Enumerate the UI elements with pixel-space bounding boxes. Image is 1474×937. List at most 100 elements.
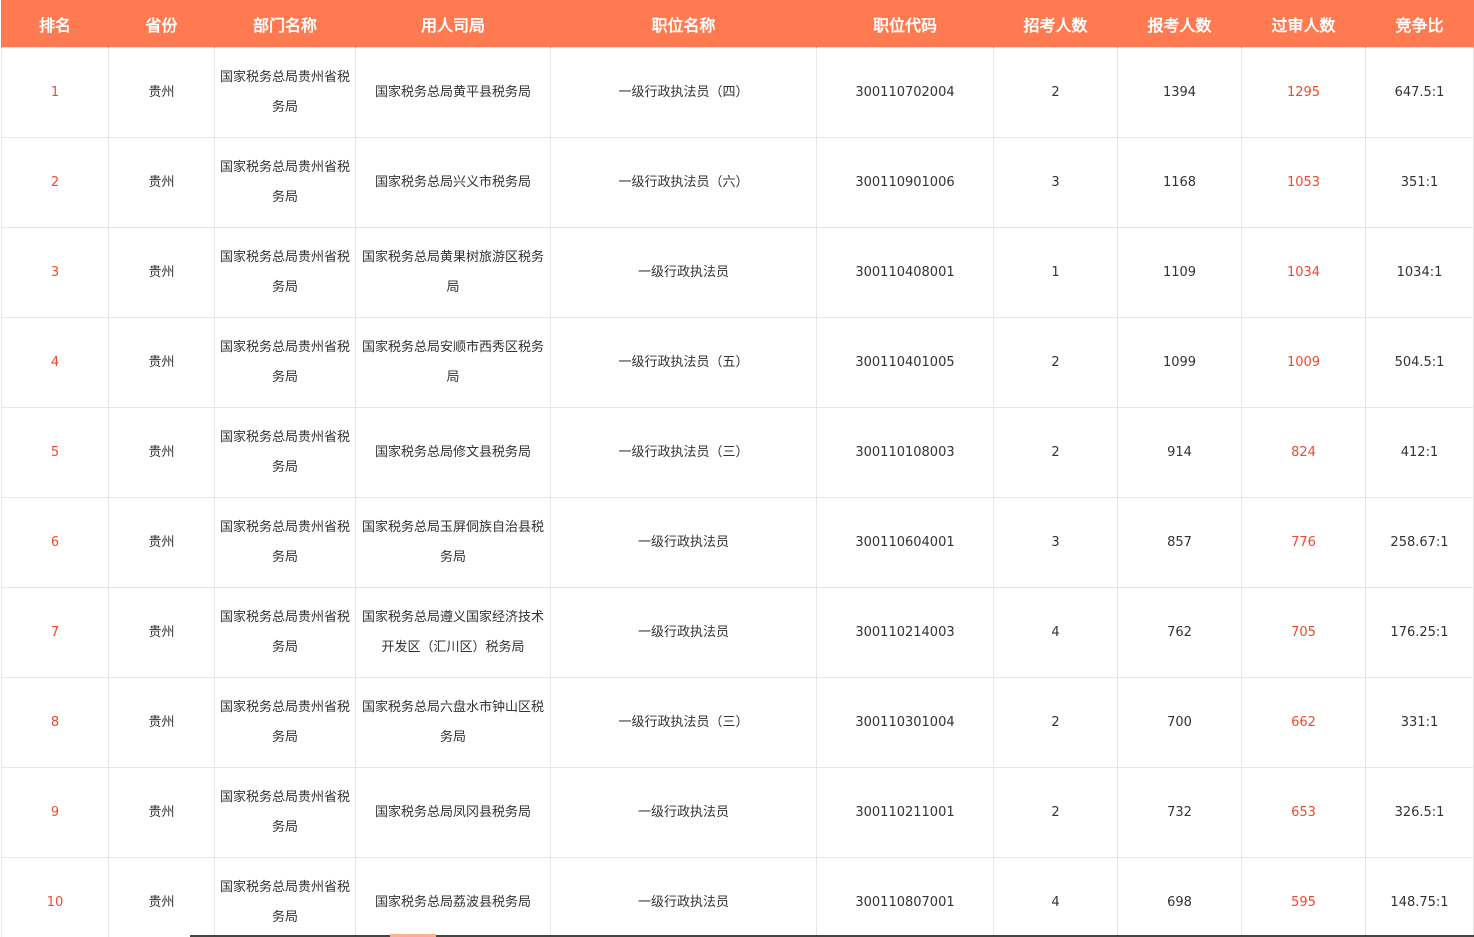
header-department: 部门名称 xyxy=(214,0,356,48)
code-cell: 300110108003 xyxy=(816,407,994,498)
province-cell: 贵州 xyxy=(108,767,215,858)
province-cell: 贵州 xyxy=(108,497,215,588)
rank-cell: 2 xyxy=(1,137,109,228)
department-cell: 国家税务总局贵州省税务局 xyxy=(214,497,356,588)
code-cell: 300110807001 xyxy=(816,857,994,937)
position-cell: 一级行政执法员 xyxy=(550,767,817,858)
header-recruit: 招考人数 xyxy=(993,0,1118,48)
table-header: 排名 省份 部门名称 用人司局 职位名称 职位代码 招考人数 报考人数 过审人数… xyxy=(1,0,1474,48)
rank-cell: 6 xyxy=(1,497,109,588)
recruit-cell: 4 xyxy=(993,587,1118,678)
department-cell: 国家税务总局贵州省税务局 xyxy=(214,857,356,937)
province-cell: 贵州 xyxy=(108,677,215,768)
header-row: 排名 省份 部门名称 用人司局 职位名称 职位代码 招考人数 报考人数 过审人数… xyxy=(1,0,1474,48)
ratio-cell: 647.5:1 xyxy=(1365,47,1474,138)
position-cell: 一级行政执法员 xyxy=(550,227,817,318)
applicants-cell: 1394 xyxy=(1117,47,1242,138)
position-cell: 一级行政执法员 xyxy=(550,857,817,937)
code-cell: 300110604001 xyxy=(816,497,994,588)
approved-cell: 1009 xyxy=(1241,317,1366,408)
approved-cell: 595 xyxy=(1241,857,1366,937)
ratio-cell: 148.75:1 xyxy=(1365,857,1474,937)
position-cell: 一级行政执法员（三） xyxy=(550,407,817,498)
department-cell: 国家税务总局贵州省税务局 xyxy=(214,767,356,858)
ratio-cell: 331:1 xyxy=(1365,677,1474,768)
table-row: 10 贵州 国家税务总局贵州省税务局 国家税务总局荔波县税务局 一级行政执法员 … xyxy=(1,857,1474,937)
province-cell: 贵州 xyxy=(108,587,215,678)
rank-cell: 5 xyxy=(1,407,109,498)
department-cell: 国家税务总局贵州省税务局 xyxy=(214,587,356,678)
bureau-cell: 国家税务总局玉屏侗族自治县税务局 xyxy=(355,497,551,588)
applicants-cell: 700 xyxy=(1117,677,1242,768)
position-cell: 一级行政执法员（四） xyxy=(550,47,817,138)
province-cell: 贵州 xyxy=(108,317,215,408)
header-rank: 排名 xyxy=(1,0,109,48)
bureau-cell: 国家税务总局安顺市西秀区税务局 xyxy=(355,317,551,408)
code-cell: 300110901006 xyxy=(816,137,994,228)
province-cell: 贵州 xyxy=(108,407,215,498)
ratio-cell: 326.5:1 xyxy=(1365,767,1474,858)
code-cell: 300110408001 xyxy=(816,227,994,318)
bureau-cell: 国家税务总局凤冈县税务局 xyxy=(355,767,551,858)
approved-cell: 1053 xyxy=(1241,137,1366,228)
province-cell: 贵州 xyxy=(108,47,215,138)
department-cell: 国家税务总局贵州省税务局 xyxy=(214,677,356,768)
position-cell: 一级行政执法员（三） xyxy=(550,677,817,768)
table-row: 4 贵州 国家税务总局贵州省税务局 国家税务总局安顺市西秀区税务局 一级行政执法… xyxy=(1,317,1474,408)
rank-cell: 8 xyxy=(1,677,109,768)
approved-cell: 1295 xyxy=(1241,47,1366,138)
recruit-cell: 2 xyxy=(993,677,1118,768)
ratio-cell: 412:1 xyxy=(1365,407,1474,498)
table-row: 9 贵州 国家税务总局贵州省税务局 国家税务总局凤冈县税务局 一级行政执法员 3… xyxy=(1,767,1474,858)
ratio-cell: 1034:1 xyxy=(1365,227,1474,318)
ratio-cell: 504.5:1 xyxy=(1365,317,1474,408)
ratio-cell: 258.67:1 xyxy=(1365,497,1474,588)
position-cell: 一级行政执法员 xyxy=(550,587,817,678)
table-row: 2 贵州 国家税务总局贵州省税务局 国家税务总局兴义市税务局 一级行政执法员（六… xyxy=(1,137,1474,228)
approved-cell: 653 xyxy=(1241,767,1366,858)
applicants-cell: 1109 xyxy=(1117,227,1242,318)
bureau-cell: 国家税务总局六盘水市钟山区税务局 xyxy=(355,677,551,768)
approved-cell: 1034 xyxy=(1241,227,1366,318)
header-code: 职位代码 xyxy=(816,0,994,48)
code-cell: 300110211001 xyxy=(816,767,994,858)
department-cell: 国家税务总局贵州省税务局 xyxy=(214,407,356,498)
table-body: 1 贵州 国家税务总局贵州省税务局 国家税务总局黄平县税务局 一级行政执法员（四… xyxy=(1,47,1474,937)
rank-cell: 9 xyxy=(1,767,109,858)
approved-cell: 662 xyxy=(1241,677,1366,768)
applicants-cell: 1168 xyxy=(1117,137,1242,228)
header-position: 职位名称 xyxy=(550,0,817,48)
province-cell: 贵州 xyxy=(108,227,215,318)
applicants-cell: 914 xyxy=(1117,407,1242,498)
ratio-cell: 176.25:1 xyxy=(1365,587,1474,678)
bureau-cell: 国家税务总局遵义国家经济技术开发区（汇川区）税务局 xyxy=(355,587,551,678)
recruit-cell: 3 xyxy=(993,137,1118,228)
table-row: 1 贵州 国家税务总局贵州省税务局 国家税务总局黄平县税务局 一级行政执法员（四… xyxy=(1,47,1474,138)
position-cell: 一级行政执法员（五） xyxy=(550,317,817,408)
applicants-cell: 857 xyxy=(1117,497,1242,588)
header-bureau: 用人司局 xyxy=(355,0,551,48)
bureau-cell: 国家税务总局修文县税务局 xyxy=(355,407,551,498)
recruit-cell: 2 xyxy=(993,407,1118,498)
rank-cell: 4 xyxy=(1,317,109,408)
code-cell: 300110702004 xyxy=(816,47,994,138)
code-cell: 300110401005 xyxy=(816,317,994,408)
ratio-cell: 351:1 xyxy=(1365,137,1474,228)
table-row: 3 贵州 国家税务总局贵州省税务局 国家税务总局黄果树旅游区税务局 一级行政执法… xyxy=(1,227,1474,318)
header-ratio: 竞争比 xyxy=(1365,0,1474,48)
recruit-cell: 2 xyxy=(993,47,1118,138)
position-cell: 一级行政执法员 xyxy=(550,497,817,588)
bureau-cell: 国家税务总局荔波县税务局 xyxy=(355,857,551,937)
department-cell: 国家税务总局贵州省税务局 xyxy=(214,47,356,138)
header-province: 省份 xyxy=(108,0,215,48)
applicants-cell: 762 xyxy=(1117,587,1242,678)
header-applicants: 报考人数 xyxy=(1117,0,1242,48)
bureau-cell: 国家税务总局兴义市税务局 xyxy=(355,137,551,228)
code-cell: 300110214003 xyxy=(816,587,994,678)
table-row: 5 贵州 国家税务总局贵州省税务局 国家税务总局修文县税务局 一级行政执法员（三… xyxy=(1,407,1474,498)
ranking-table: 排名 省份 部门名称 用人司局 职位名称 职位代码 招考人数 报考人数 过审人数… xyxy=(1,0,1474,937)
recruit-cell: 2 xyxy=(993,767,1118,858)
rank-cell: 3 xyxy=(1,227,109,318)
position-cell: 一级行政执法员（六） xyxy=(550,137,817,228)
applicants-cell: 698 xyxy=(1117,857,1242,937)
